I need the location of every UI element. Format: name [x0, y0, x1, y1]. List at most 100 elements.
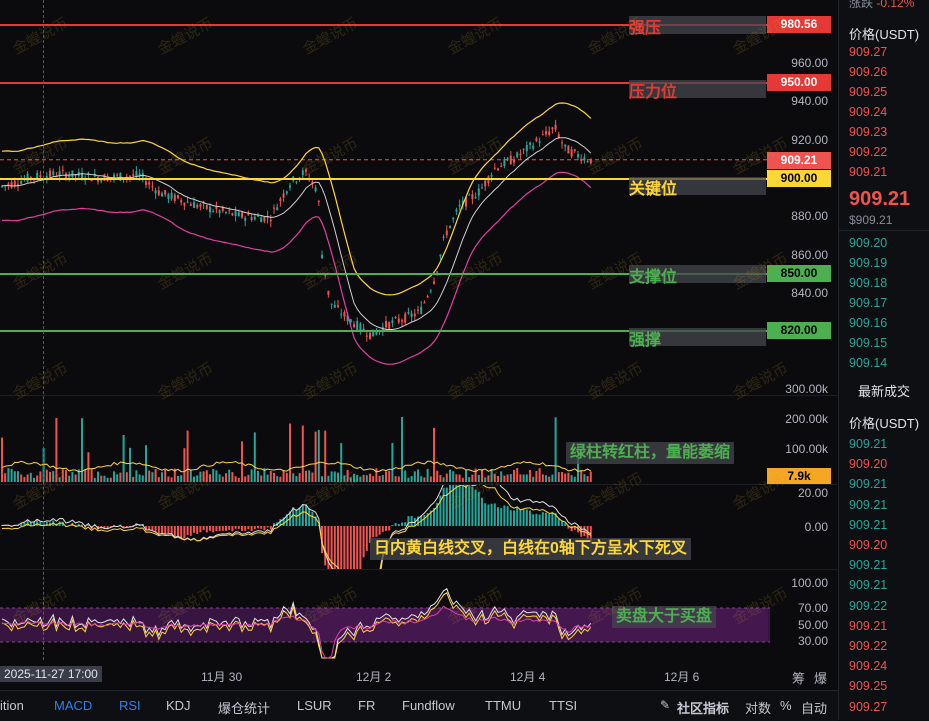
volume-bar [541, 474, 544, 482]
indicator-tab-rsi[interactable]: RSI [119, 698, 141, 713]
trade-price[interactable]: 909.20 [849, 538, 887, 552]
macd-histogram-bar [218, 526, 221, 532]
ask-price[interactable]: 909.22 [849, 145, 887, 159]
price-tick: 860.00 [791, 248, 828, 262]
trades-title[interactable]: 最新成交 [858, 381, 910, 400]
macd-histogram-bar [548, 513, 551, 526]
candle [116, 174, 119, 176]
volume-chart[interactable] [0, 396, 770, 484]
macd-histogram-bar [189, 526, 192, 536]
trade-price[interactable]: 909.21 [849, 437, 887, 451]
volume-bar [401, 416, 403, 482]
macd-histogram-bar [516, 507, 519, 526]
trade-price[interactable]: 909.24 [849, 659, 887, 673]
trade-price[interactable]: 909.20 [849, 457, 887, 471]
bid-price[interactable]: 909.15 [849, 336, 887, 350]
candle [490, 174, 493, 177]
volume-bar [228, 469, 231, 482]
ask-price[interactable]: 909.25 [849, 85, 887, 99]
bid-price[interactable]: 909.20 [849, 236, 887, 250]
ask-price[interactable]: 909.24 [849, 105, 887, 119]
trade-price[interactable]: 909.22 [849, 639, 887, 653]
rsi-tick: 70.00 [797, 601, 828, 615]
volume-bar [305, 470, 307, 482]
candle [247, 213, 250, 216]
indicator-tab-ttmu[interactable]: TTMU [485, 698, 521, 713]
indicator-tab-ttsi[interactable]: TTSI [549, 698, 577, 713]
macd-histogram-bar [295, 509, 298, 526]
volume-bar [314, 431, 317, 482]
macd-histogram-bar [301, 503, 304, 526]
macd-histogram-bar [215, 526, 218, 532]
volume-bar [231, 472, 234, 482]
macd-histogram-bar [410, 515, 413, 526]
trade-price[interactable]: 909.21 [849, 498, 887, 512]
macd-histogram-bar [388, 526, 391, 531]
candle [391, 320, 394, 323]
trade-price[interactable]: 909.22 [849, 599, 887, 613]
trade-price[interactable]: 909.21 [849, 477, 887, 491]
macd-histogram-bar [570, 526, 573, 532]
trade-price[interactable]: 909.21 [849, 578, 887, 592]
indicator-tab-kdj[interactable]: KDJ [166, 698, 191, 713]
volume-bar [29, 472, 32, 482]
volume-bar [365, 475, 368, 482]
candle [561, 142, 563, 144]
indicator-tab-liquidation[interactable]: 爆仓统计 [218, 698, 270, 717]
time-axis[interactable]: 2025-11-27 17:00 11月 30 12月 2 12月 4 12月 … [0, 660, 838, 688]
chips-button[interactable]: 筹 [792, 668, 805, 687]
ask-price[interactable]: 909.27 [849, 45, 887, 59]
candle [423, 302, 426, 304]
indicator-tab-fr[interactable]: FR [358, 698, 375, 713]
volume-bar [458, 474, 461, 482]
macd-histogram-bar [205, 526, 208, 533]
edit-icon[interactable]: ✎ [660, 698, 670, 712]
macd-histogram-bar [487, 504, 490, 526]
indicator-tab-lsur[interactable]: LSUR [297, 698, 332, 713]
auto-scale-toggle[interactable]: 自动 [801, 698, 827, 717]
trade-price[interactable]: 909.27 [849, 700, 887, 714]
volume-bar [573, 476, 576, 482]
macd-histogram-bar [394, 523, 397, 526]
trade-price[interactable]: 909.25 [849, 679, 887, 693]
candle [330, 303, 333, 305]
candle [477, 188, 480, 196]
indicator-tab-fundflow[interactable]: Fundflow [402, 698, 455, 713]
log-scale-toggle[interactable]: 对数 [745, 698, 771, 717]
bid-price[interactable]: 909.16 [849, 316, 887, 330]
bid-price[interactable]: 909.17 [849, 296, 887, 310]
bid-price[interactable]: 909.18 [849, 276, 887, 290]
volume-bar [241, 441, 243, 482]
volume-bar [308, 470, 311, 482]
volume-bar [525, 474, 528, 482]
candle [401, 320, 403, 322]
bid-price[interactable]: 909.19 [849, 256, 887, 270]
macd-histogram-bar [362, 526, 365, 558]
volume-bar [237, 477, 240, 482]
volume-pane[interactable] [0, 396, 770, 484]
trade-price[interactable]: 909.21 [849, 558, 887, 572]
volume-bar [260, 475, 263, 482]
macd-histogram-bar [234, 526, 237, 529]
indicator-tab-macd[interactable]: MACD [54, 698, 92, 713]
last-price-usd: $909.21 [849, 213, 893, 227]
liquidation-button[interactable]: 爆 [814, 668, 827, 687]
candle [442, 236, 445, 238]
trade-price[interactable]: 909.21 [849, 518, 887, 532]
volume-bar [244, 476, 247, 482]
bid-price[interactable]: 909.14 [849, 356, 887, 370]
percent-toggle[interactable]: % [780, 698, 792, 713]
ask-price[interactable]: 909.23 [849, 125, 887, 139]
trade-price[interactable]: 909.21 [849, 619, 887, 633]
candle [493, 167, 496, 169]
candle [228, 210, 231, 212]
ask-price[interactable]: 909.21 [849, 165, 887, 179]
macd-axis[interactable]: 20.00 0.00 [770, 485, 838, 569]
ask-price[interactable]: 909.26 [849, 65, 887, 79]
indicator-tab-position[interactable]: ition [0, 698, 24, 713]
chart-area[interactable]: 960.00 940.00 920.00 880.00 860.00 840.0… [0, 0, 838, 721]
macd-histogram-bar [231, 526, 234, 532]
candle [241, 212, 243, 218]
candle [20, 180, 23, 184]
community-indicators-button[interactable]: 社区指标 [677, 698, 729, 717]
